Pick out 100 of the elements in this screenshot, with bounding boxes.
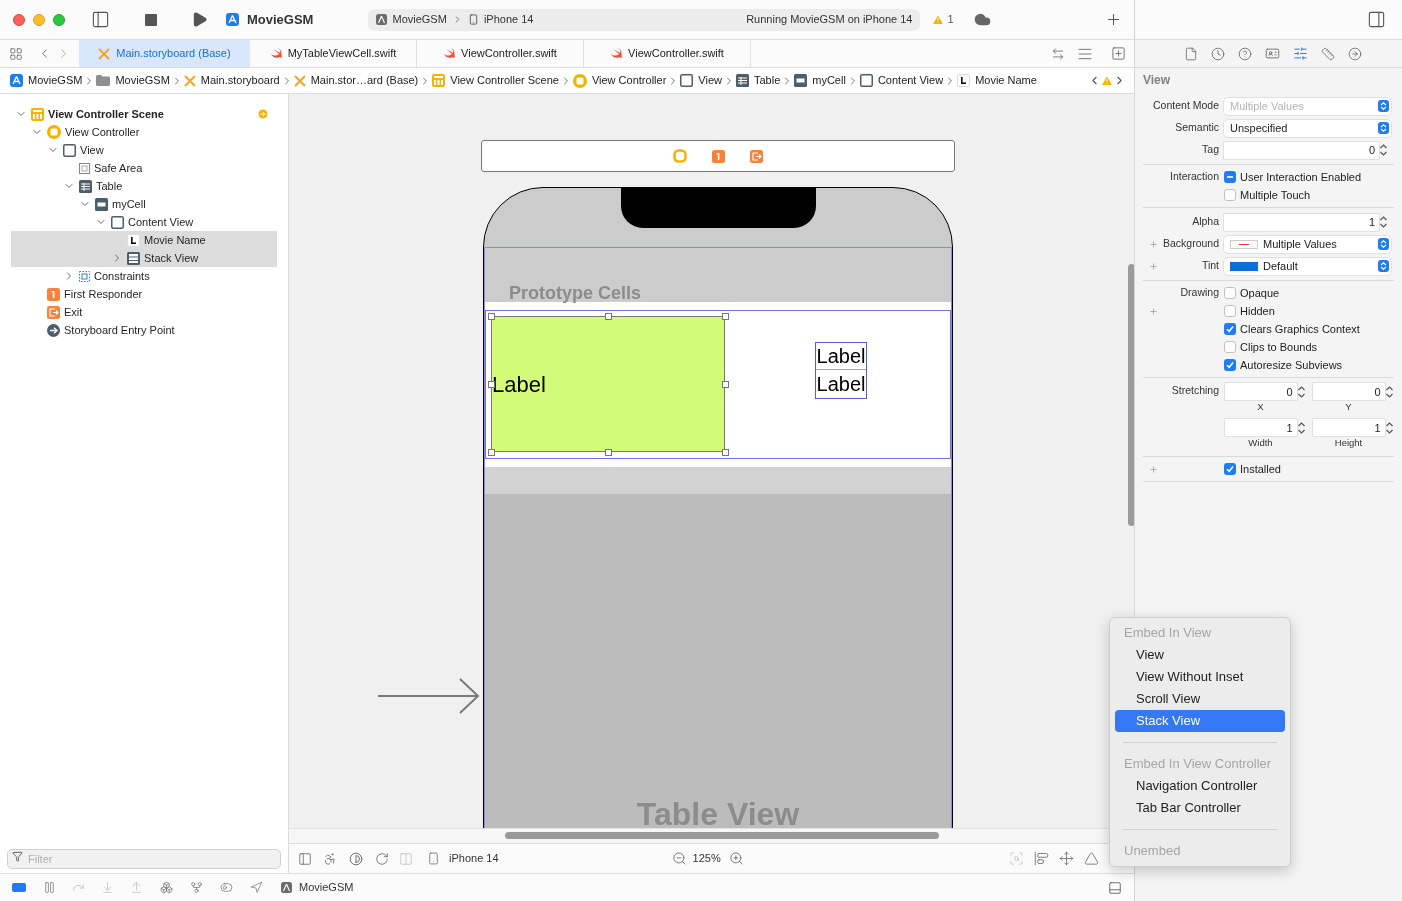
resolve-icon[interactable] [1084, 851, 1099, 866]
editor-tab[interactable]: ViewController.swift [584, 40, 751, 67]
console-toggle-icon[interactable] [1108, 880, 1122, 895]
outline-row[interactable]: View [11, 141, 277, 159]
scheme-name[interactable]: MovieGSM [392, 11, 447, 28]
menu-item[interactable]: View Without Inset [1115, 666, 1285, 688]
zoom-level[interactable]: 125% [692, 850, 721, 867]
identity-icon[interactable] [1264, 46, 1280, 61]
label[interactable]: Label [491, 316, 725, 452]
checkbox-option[interactable]: Autoresize Subviews [1224, 356, 1343, 374]
outline-row[interactable]: Stack View [11, 249, 277, 267]
checkbox-option[interactable]: Clears Graphics Context [1224, 320, 1360, 338]
plus-icon[interactable] [1149, 464, 1158, 474]
label[interactable]: Label [816, 343, 866, 370]
app-icon[interactable] [376, 14, 388, 25]
phone-icon[interactable] [427, 852, 440, 865]
horizontal-scrollbar[interactable] [505, 832, 939, 839]
checkbox-option[interactable]: Multiple Touch [1224, 186, 1311, 204]
popup-button[interactable]: Unspecified [1224, 119, 1391, 137]
path-item[interactable]: Movie Name [957, 72, 1037, 89]
path-item[interactable]: Content View [859, 72, 944, 89]
menu-item[interactable]: Tab Bar Controller [1115, 797, 1285, 819]
number-field[interactable]: 0 [1224, 141, 1379, 159]
entry-arrow[interactable] [378, 678, 482, 714]
stepper-icon[interactable] [1296, 419, 1306, 436]
ruler-icon[interactable] [1320, 46, 1335, 61]
stepper-icon[interactable] [1379, 214, 1388, 230]
cloud-icon[interactable] [973, 11, 991, 28]
device-name[interactable]: iPhone 14 [483, 11, 534, 28]
inspector-toggle-icon[interactable] [1367, 10, 1386, 29]
device-name[interactable]: iPhone 14 [449, 850, 499, 867]
outline-row[interactable]: Constraints [11, 267, 277, 285]
outline-toggle-icon[interactable] [298, 851, 312, 866]
stepper-icon[interactable] [1379, 142, 1388, 158]
stepper-icon[interactable] [1296, 383, 1306, 400]
view-hierarchy-icon[interactable] [160, 881, 173, 894]
menu-item[interactable]: Scroll View [1115, 688, 1285, 710]
memory-graph-icon[interactable] [190, 881, 203, 894]
resize-handle[interactable] [487, 380, 495, 388]
plus-icon[interactable] [1149, 261, 1158, 271]
pause-icon[interactable] [43, 881, 56, 894]
editor-tab[interactable]: MyTableViewCell.swift [250, 40, 417, 67]
resize-handle[interactable] [604, 312, 612, 320]
resize-handle[interactable] [721, 380, 729, 388]
path-item[interactable]: Main.storyboard [183, 72, 280, 89]
add-editor-icon[interactable] [1111, 46, 1126, 61]
checkbox[interactable] [1224, 463, 1236, 475]
outline-row[interactable]: myCell [11, 195, 277, 213]
editor-tab[interactable]: Main.storyboard (Base) [79, 40, 250, 67]
outline-row[interactable]: View Controller [11, 123, 277, 141]
checkbox[interactable] [1224, 341, 1236, 353]
checkbox[interactable] [1224, 359, 1236, 371]
color-popup-button[interactable]: Multiple Values [1224, 235, 1391, 253]
outline-row[interactable]: Table [11, 177, 277, 195]
stack-view[interactable]: Label Label [815, 342, 867, 399]
label[interactable]: Label [816, 370, 866, 397]
sidebar-toggle-icon[interactable] [91, 10, 110, 29]
resize-handle[interactable] [604, 448, 612, 456]
checkbox[interactable] [1224, 305, 1236, 317]
file-icon[interactable] [1183, 46, 1198, 61]
plus-icon[interactable] [1149, 239, 1158, 249]
outline-row[interactable]: Movie Name [11, 231, 277, 249]
controller-icon[interactable] [673, 149, 687, 163]
path-item[interactable]: MovieGSM [10, 72, 83, 89]
run-icon[interactable] [191, 11, 208, 28]
checkbox-option[interactable]: Hidden [1224, 302, 1275, 320]
number-field[interactable]: 0 [1312, 383, 1385, 400]
menu-item[interactable]: Stack View [1115, 710, 1285, 732]
outline-row[interactable]: Safe Area [11, 159, 277, 177]
outline-row[interactable]: First Responder [11, 285, 277, 303]
attributes-icon[interactable] [1292, 46, 1308, 61]
path-item[interactable]: View Controller [572, 72, 667, 89]
history-icon[interactable] [1210, 46, 1225, 61]
color-popup-button[interactable]: Default [1224, 257, 1391, 275]
grid-icon[interactable] [9, 46, 23, 61]
zoom-out-icon[interactable] [671, 851, 687, 866]
zoom-button[interactable] [53, 13, 65, 26]
path-item[interactable]: Main.stor…ard (Base) [293, 72, 419, 89]
path-item[interactable]: MovieGSM [96, 72, 170, 89]
menu-item[interactable]: Navigation Controller [1115, 775, 1285, 797]
swap-icon[interactable] [1051, 46, 1065, 61]
environment-icon[interactable] [220, 881, 233, 894]
stepper-icon[interactable] [1384, 419, 1394, 436]
breakpoints-toggle[interactable] [12, 883, 26, 892]
warning-icon[interactable] [932, 13, 945, 26]
path-item[interactable]: View [680, 72, 722, 89]
plus-icon[interactable] [1149, 306, 1158, 316]
checkbox-option[interactable]: Clips to Bounds [1224, 338, 1318, 356]
location-icon[interactable] [250, 881, 263, 894]
pin-icon[interactable] [1059, 851, 1074, 866]
resize-handle[interactable] [721, 312, 729, 320]
checkbox-option[interactable]: User Interaction Enabled [1224, 168, 1362, 186]
help-icon[interactable] [1237, 46, 1252, 61]
outline-row[interactable]: Content View [11, 213, 277, 231]
menu-item[interactable]: View [1115, 644, 1285, 666]
add-icon[interactable] [1105, 11, 1122, 28]
warning-count[interactable]: 1 [947, 11, 954, 28]
arrow-circle-icon[interactable] [257, 108, 269, 120]
path-item[interactable]: Table [735, 72, 781, 89]
number-field[interactable]: 1 [1224, 213, 1379, 231]
